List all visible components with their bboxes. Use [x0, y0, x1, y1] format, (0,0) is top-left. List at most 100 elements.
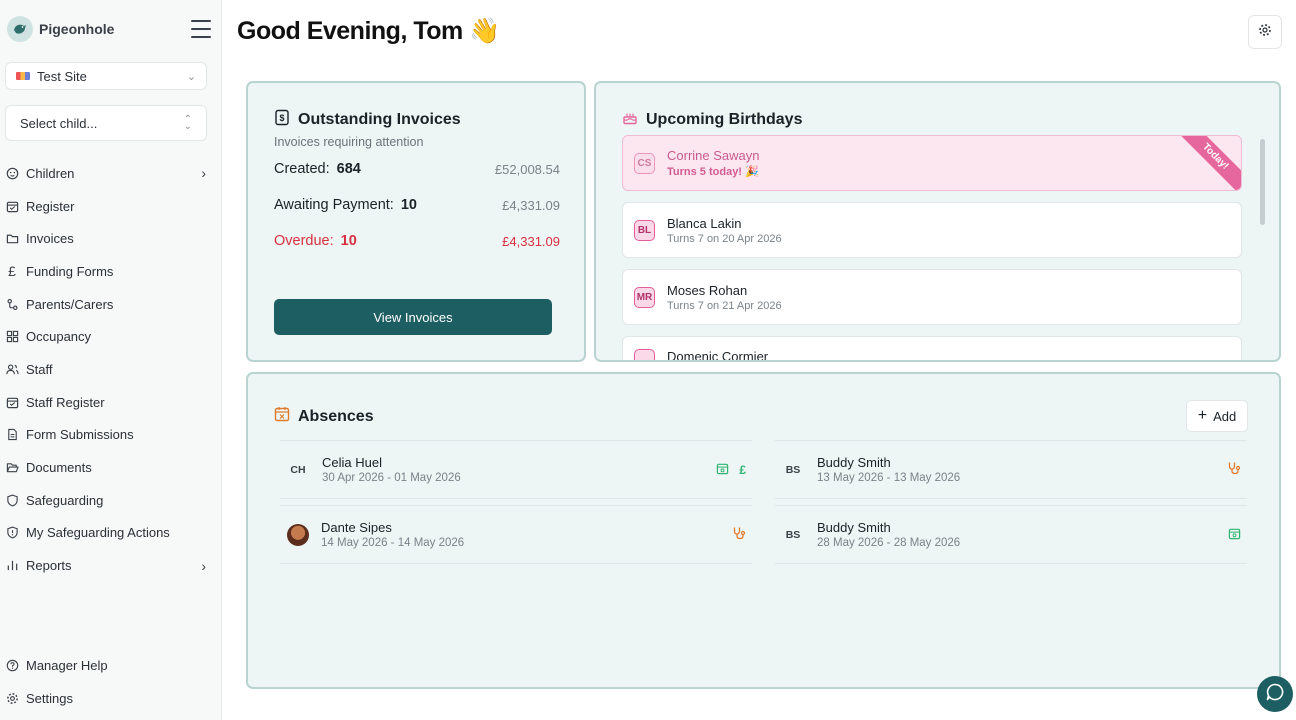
calendar-check-icon — [5, 199, 19, 213]
calendar-x-icon — [274, 406, 290, 427]
child-face-icon — [5, 166, 19, 180]
add-absence-button[interactable]: + Add — [1186, 400, 1248, 432]
view-invoices-button[interactable]: View Invoices — [274, 299, 552, 335]
invoice-row-created: Created: 684 £52,008.54 — [274, 161, 560, 177]
absences-card-title: Absences — [274, 406, 374, 427]
invoice-row-label: Overdue: — [274, 233, 334, 249]
birthday-list: CS Corrine Sawayn Turns 5 today! 🎉 Today… — [622, 135, 1242, 362]
sidebar-item-label: Children — [26, 165, 75, 181]
invoices-title-text: Outstanding Invoices — [298, 111, 461, 128]
birthday-name: Blanca Lakin — [667, 215, 742, 231]
sidebar-item-label: Manager Help — [26, 657, 108, 673]
birthday-name: Domenic Cormier — [667, 349, 769, 362]
outstanding-invoices-card: $ Outstanding Invoices Invoices requirin… — [246, 81, 586, 362]
cake-icon — [622, 109, 638, 130]
birthday-scrollbar[interactable] — [1260, 139, 1265, 225]
birthday-item[interactable]: CS Corrine Sawayn Turns 5 today! 🎉 Today… — [622, 135, 1242, 191]
pound-icon: £ — [8, 263, 16, 280]
holiday-calendar-icon — [1228, 527, 1241, 543]
sidebar-item-invoices[interactable]: Invoices — [0, 222, 222, 255]
sidebar-item-register[interactable]: Register — [0, 190, 222, 223]
people-link-icon — [5, 297, 19, 311]
sidebar-item-my-safeguarding-actions[interactable]: My Safeguarding Actions — [0, 517, 222, 550]
absence-name: Buddy Smith — [817, 455, 891, 470]
sidebar-item-form-submissions[interactable]: Form Submissions — [0, 419, 222, 452]
birthdays-title-text: Upcoming Birthdays — [646, 110, 803, 128]
settings-button[interactable] — [1248, 15, 1282, 49]
sidebar-item-label: Occupancy — [26, 329, 92, 345]
site-select-value: Test Site — [37, 68, 87, 84]
sidebar-item-label: Reports — [26, 558, 72, 574]
invoice-row-amount: £4,331.09 — [502, 197, 560, 213]
grid-icon — [5, 330, 19, 344]
shield-icon — [5, 493, 19, 507]
app-name: Pigeonhole — [39, 21, 115, 37]
invoice-row-awaiting: Awaiting Payment: 10 £4,331.09 — [274, 197, 560, 213]
absences-card: Absences + Add CH Celia Huel 30 Apr 2026… — [246, 372, 1281, 689]
birthday-item[interactable]: MR Moses Rohan Turns 7 on 21 Apr 2026 — [622, 269, 1242, 325]
brand[interactable]: Pigeonhole — [7, 14, 114, 44]
greeting-text: Good Evening, Tom — [237, 17, 463, 45]
menu-toggle-icon[interactable] — [191, 20, 211, 38]
child-select-placeholder: Select child... — [20, 115, 98, 131]
sidebar-item-parents-carers[interactable]: Parents/Carers — [0, 288, 222, 321]
chevron-right-icon: › — [201, 557, 206, 574]
absence-name: Buddy Smith — [817, 520, 891, 535]
pigeon-logo-icon — [7, 16, 33, 42]
sidebar-item-label: Register — [26, 198, 75, 214]
birthday-detail: Turns 7 on 20 Apr 2026 — [667, 232, 782, 245]
sidebar-item-manager-help[interactable]: Manager Help — [0, 649, 222, 682]
birthday-item[interactable]: BL Blanca Lakin Turns 7 on 20 Apr 2026 — [622, 202, 1242, 258]
calendar-check-icon — [5, 395, 19, 409]
absence-column-left: CH Celia Huel 30 Apr 2026 - 01 May 2026 … — [280, 440, 752, 570]
help-circle-icon — [5, 658, 19, 672]
birthday-detail: Turns 7 on 21 Apr 2026 — [667, 299, 782, 312]
document-icon — [5, 428, 19, 442]
avatar — [634, 349, 655, 360]
folder-open-icon — [5, 461, 19, 475]
birthday-item[interactable]: Domenic Cormier — [622, 336, 1242, 362]
page-title: Good Evening, Tom 👋 — [237, 17, 500, 46]
invoice-row-count: 10 — [400, 197, 417, 213]
sidebar-nav: Children › Register Invoices £ Funding F… — [0, 157, 222, 582]
site-select[interactable]: Test Site ⌄ — [5, 62, 207, 90]
invoice-row-label: Awaiting Payment: — [274, 197, 394, 213]
sidebar-item-reports[interactable]: Reports › — [0, 549, 222, 582]
absence-row[interactable]: BS Buddy Smith 28 May 2026 - 28 May 2026 — [775, 505, 1247, 564]
birthdays-card-title: Upcoming Birthdays — [622, 109, 802, 130]
shield-alert-icon — [5, 526, 19, 540]
sidebar-item-funding-forms[interactable]: £ Funding Forms — [0, 255, 222, 288]
gear-icon — [5, 691, 19, 705]
invoice-row-overdue: Overdue: 10 £4,331.09 — [274, 233, 560, 249]
stethoscope-icon — [1227, 461, 1241, 478]
invoice-row-amount: £52,008.54 — [494, 161, 560, 177]
sidebar-item-staff[interactable]: Staff — [0, 353, 222, 386]
gear-icon — [1258, 23, 1272, 42]
sidebar-item-children[interactable]: Children › — [0, 157, 222, 190]
absence-row[interactable]: BS Buddy Smith 13 May 2026 - 13 May 2026 — [775, 440, 1247, 499]
absence-row[interactable]: CH Celia Huel 30 Apr 2026 - 01 May 2026 … — [280, 440, 752, 499]
sidebar-item-label: Settings — [26, 690, 73, 706]
sidebar-item-occupancy[interactable]: Occupancy — [0, 320, 222, 353]
sidebar-item-settings[interactable]: Settings — [0, 682, 222, 715]
invoices-card-title: $ Outstanding Invoices — [274, 109, 461, 131]
chat-button[interactable] — [1257, 676, 1293, 712]
invoice-row-count: 10 — [340, 233, 357, 249]
folder-icon — [5, 232, 19, 246]
sidebar-item-staff-register[interactable]: Staff Register — [0, 386, 222, 419]
receipt-icon: $ — [274, 109, 290, 131]
site-flag-icon — [16, 72, 30, 80]
absences-title-text: Absences — [298, 407, 374, 425]
absence-column-right: BS Buddy Smith 13 May 2026 - 13 May 2026… — [775, 440, 1247, 570]
absence-row[interactable]: Dante Sipes 14 May 2026 - 14 May 2026 — [280, 505, 752, 564]
sidebar-item-safeguarding[interactable]: Safeguarding — [0, 484, 222, 517]
child-select[interactable]: Select child... ⌃ ⌄ — [5, 105, 207, 141]
sidebar-item-label: Form Submissions — [26, 427, 134, 443]
users-icon — [5, 362, 19, 376]
chevron-up-down-icon: ⌃ ⌄ — [183, 114, 192, 132]
absence-name: Dante Sipes — [321, 520, 392, 535]
avatar: MR — [634, 286, 655, 308]
sidebar-item-documents[interactable]: Documents — [0, 451, 222, 484]
avatar: CS — [634, 152, 655, 174]
sidebar-item-label: Documents — [26, 460, 92, 476]
